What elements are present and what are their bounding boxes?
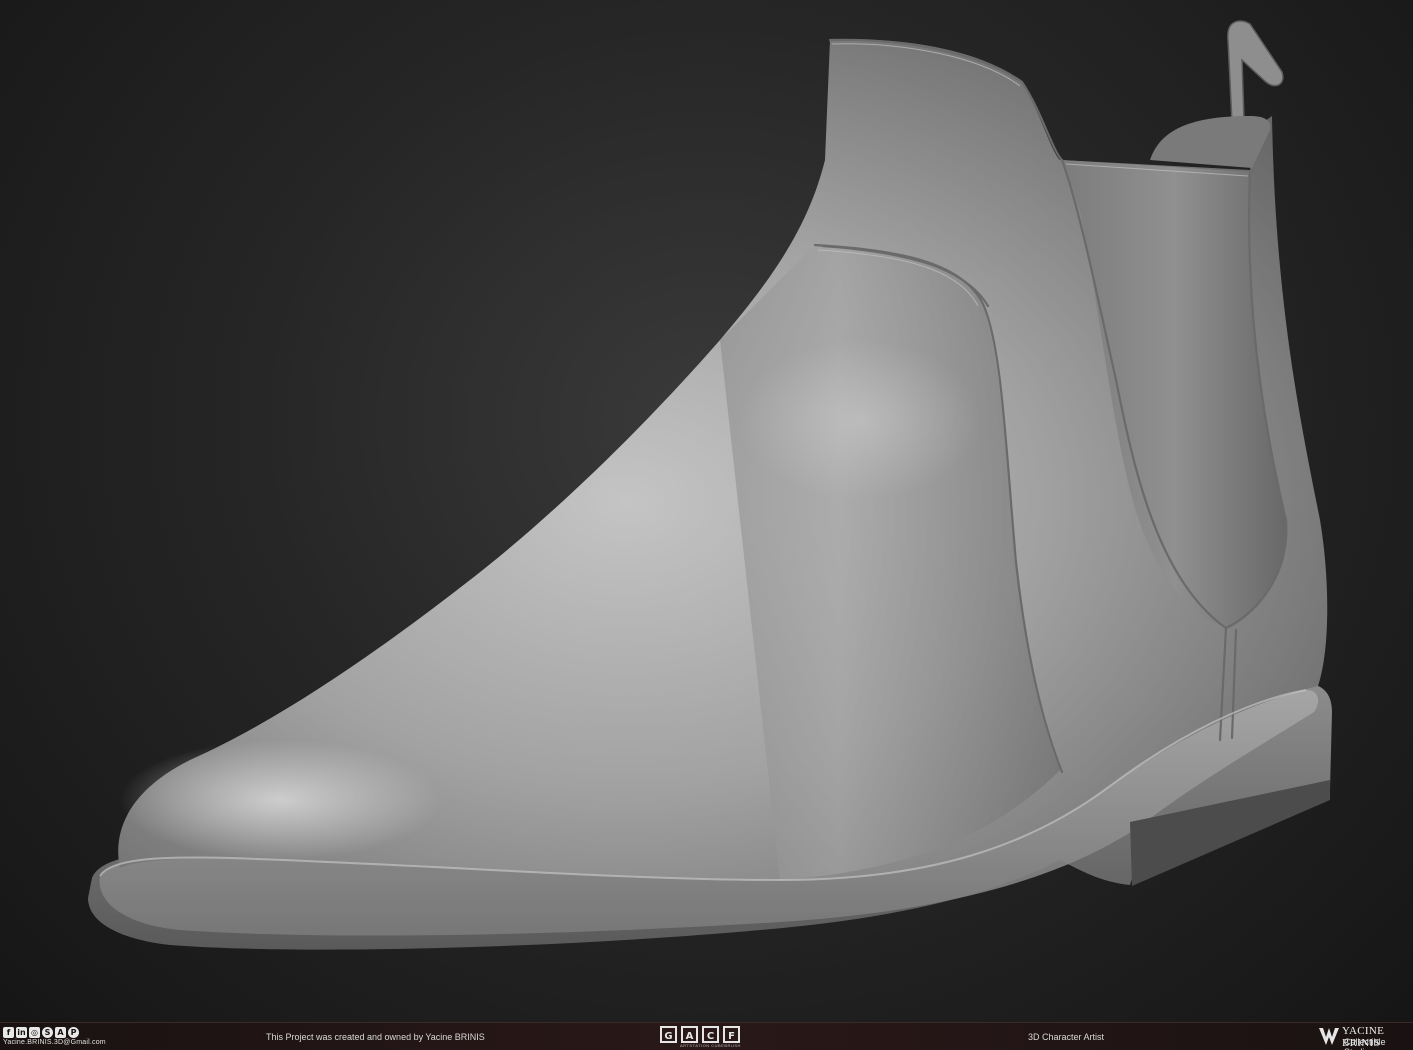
pull-tab [1227, 20, 1284, 123]
cubebrush-logo-icon: C [702, 1026, 719, 1043]
footer-bar: f in ◎ S A P Yacine.BRINIS.3D@Gmail.com … [0, 1022, 1413, 1050]
social-icons: f in ◎ S A P [3, 1027, 79, 1038]
boot-render [88, 20, 1332, 950]
gumroad-logo-icon: G [660, 1026, 677, 1043]
collar-lining [1150, 116, 1271, 168]
artist-role: 3D Character Artist [1028, 1032, 1105, 1042]
render-viewport: f in ◎ S A P Yacine.BRINIS.3D@Gmail.com … [0, 0, 1413, 1050]
vamp-highlight [740, 340, 980, 500]
studio-logo-icon [1319, 1028, 1339, 1045]
contact-email: Yacine.BRINIS.3D@Gmail.com [3, 1039, 106, 1046]
artstation-icon[interactable]: A [55, 1027, 66, 1038]
linkedin-icon[interactable]: in [16, 1027, 27, 1038]
flippednormals-logo-icon: F [723, 1026, 740, 1043]
platform-logos: G A C F [660, 1026, 740, 1043]
skype-icon[interactable]: S [42, 1027, 53, 1038]
toe-highlight [120, 740, 440, 860]
logo-caption: ARTSTATION CUBEBRUSH [680, 1043, 741, 1048]
pinterest-icon[interactable]: P [68, 1027, 79, 1038]
artstation-logo-icon: A [681, 1026, 698, 1043]
instagram-icon[interactable]: ◎ [29, 1027, 40, 1038]
credit-text: This Project was created and owned by Ya… [266, 1032, 485, 1042]
facebook-icon[interactable]: f [3, 1027, 14, 1038]
brand-subtitle: Collectible Studios [1344, 1037, 1386, 1050]
